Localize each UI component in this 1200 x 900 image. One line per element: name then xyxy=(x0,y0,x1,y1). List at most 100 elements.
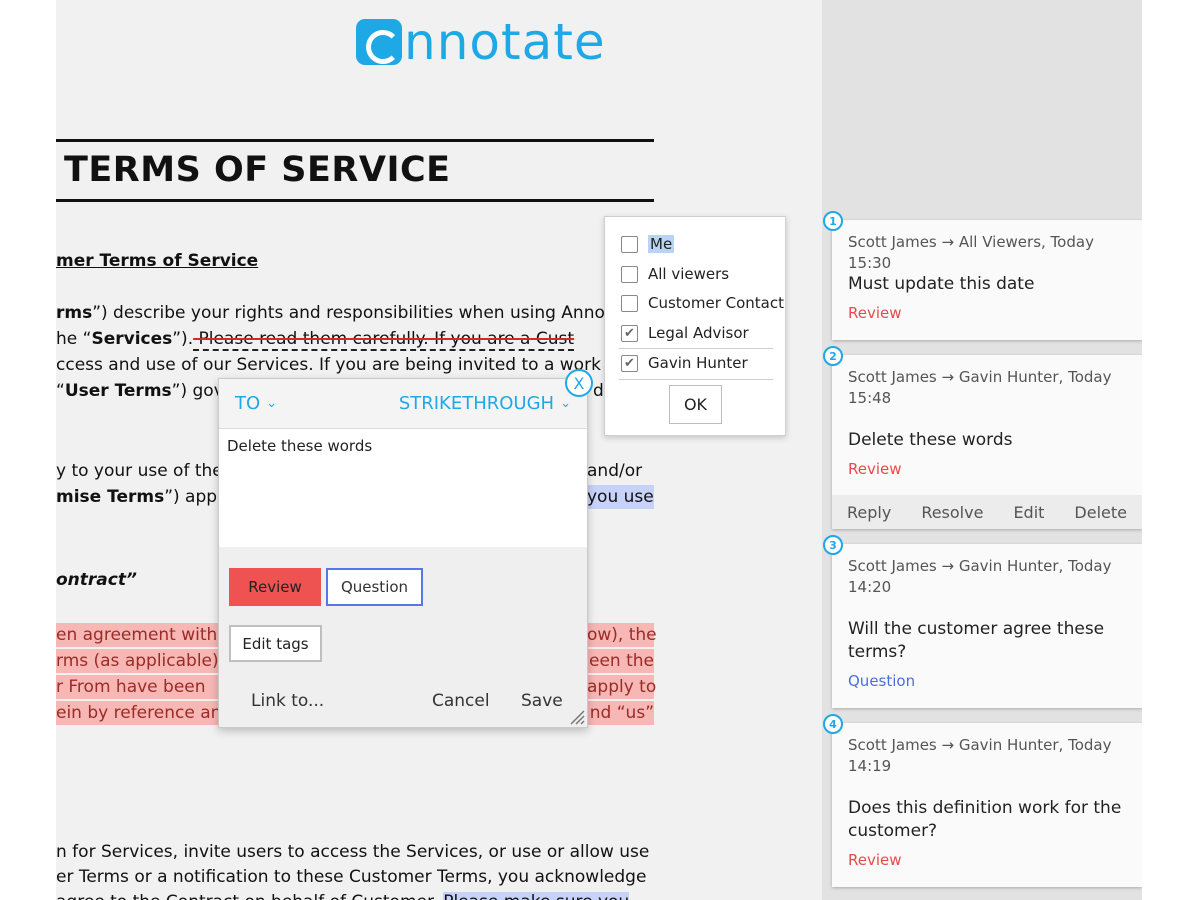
doc-text: and/or xyxy=(587,461,643,481)
close-icon[interactable]: X xyxy=(565,369,593,397)
contract-heading: ontract” xyxy=(56,570,137,590)
viewer-option-me[interactable]: Me xyxy=(621,232,675,256)
comment-card[interactable]: 3 Scott James → Gavin Hunter, Today 14:2… xyxy=(823,535,1142,708)
delete-button[interactable]: Delete xyxy=(1074,503,1127,522)
doc-line: rms”) describe your rights and responsib… xyxy=(56,301,605,325)
title-rule-bottom xyxy=(56,199,654,202)
highlight-annotation[interactable]: ow), the xyxy=(587,623,657,647)
viewer-option-customer-contact[interactable]: Customer Contact xyxy=(621,291,784,315)
highlight-annotation[interactable]: r From have been xyxy=(56,675,218,699)
doc-line: agree to the Contract on behalf of Custo… xyxy=(56,890,630,900)
viewers-popup: Me All viewers Customer Contact ✔ Legal … xyxy=(604,216,786,436)
comment-meta: Scott James → All Viewers, Today 15:30 xyxy=(848,233,1094,272)
review-tag-button[interactable]: Review xyxy=(229,568,321,606)
doc-text: he “ xyxy=(56,329,92,349)
doc-line: y to your use of the xyxy=(56,461,223,481)
comment-number-badge: 4 xyxy=(823,714,843,734)
strikethrough-annotation[interactable]: Please read them carefully. If you are a… xyxy=(193,329,575,351)
comment-textarea[interactable]: Delete these words xyxy=(219,429,587,547)
doc-line: “User Terms”) gove xyxy=(56,379,234,403)
doc-text: Services xyxy=(91,329,173,349)
comment-body: Does this definition work for the custom… xyxy=(848,798,1122,841)
annotation-type-dropdown[interactable]: STRIKETHROUGH ⌄ xyxy=(399,393,571,414)
resize-handle-icon[interactable] xyxy=(569,709,585,725)
viewer-option-all-viewers[interactable]: All viewers xyxy=(621,262,729,286)
doc-line: ccess and use of our Services. If you ar… xyxy=(56,355,601,375)
divider xyxy=(619,348,773,349)
comment-meta: Scott James → Gavin Hunter, Today 14:19 xyxy=(848,736,1112,775)
comment-card[interactable]: 2 Scott James → Gavin Hunter, Today 15:4… xyxy=(823,346,1142,529)
ok-button[interactable]: OK xyxy=(669,385,722,424)
comment-tag[interactable]: Review xyxy=(848,851,902,869)
divider xyxy=(619,379,773,380)
annotation-type-label: STRIKETHROUGH xyxy=(398,393,555,414)
viewer-label: Legal Advisor xyxy=(648,324,749,342)
comment-tag[interactable]: Review xyxy=(848,304,902,322)
title-rule-top xyxy=(56,139,654,142)
logo-a-icon xyxy=(356,19,402,65)
doc-text: d xyxy=(593,381,604,401)
doc-line: er Terms or a notification to these Cust… xyxy=(56,867,647,887)
comment-tag[interactable]: Review xyxy=(848,460,902,478)
resolve-button[interactable]: Resolve xyxy=(921,503,983,522)
comment-tag[interactable]: Question xyxy=(848,672,915,690)
right-margin xyxy=(1142,0,1200,900)
comment-number-badge: 3 xyxy=(823,535,843,555)
comment-number-badge: 1 xyxy=(823,211,843,231)
question-tag-button[interactable]: Question xyxy=(326,568,423,606)
highlight-annotation[interactable]: Please make sure you xyxy=(443,892,630,900)
comment-card[interactable]: 4 Scott James → Gavin Hunter, Today 14:1… xyxy=(823,714,1142,887)
highlight-annotation[interactable]: en agreement with xyxy=(56,623,218,647)
doc-text: agree to the Contract on behalf of Custo… xyxy=(56,892,438,900)
highlight-annotation[interactable]: ein by reference an xyxy=(56,701,221,725)
viewer-label: Gavin Hunter xyxy=(648,354,748,372)
comment-body: Must update this date xyxy=(848,274,1035,294)
checkbox-icon[interactable] xyxy=(621,235,638,253)
reply-button[interactable]: Reply xyxy=(847,503,891,522)
section-subheading: mer Terms of Service xyxy=(56,251,259,271)
viewer-option-legal-advisor[interactable]: ✔ Legal Advisor xyxy=(621,321,749,345)
viewer-label: Customer Contact xyxy=(648,294,784,312)
checkmark-icon[interactable]: ✔ xyxy=(621,354,638,372)
viewer-label: All viewers xyxy=(648,265,730,283)
doc-text: rms xyxy=(56,303,93,323)
doc-line: n for Services, invite users to access t… xyxy=(56,842,650,862)
edit-button[interactable]: Edit xyxy=(1013,503,1044,522)
comment-meta: Scott James → Gavin Hunter, Today 14:20 xyxy=(848,557,1112,596)
comment-number-badge: 2 xyxy=(823,346,843,366)
app-logo: nnotate xyxy=(356,12,606,72)
doc-text: mise Terms xyxy=(56,487,165,507)
doc-text: ”) describe your rights and responsibili… xyxy=(92,303,605,323)
doc-text: ”). xyxy=(172,329,194,349)
chevron-down-icon: ⌄ xyxy=(266,396,278,411)
comment-card[interactable]: 1 Scott James → All Viewers, Today 15:30… xyxy=(823,211,1142,340)
comments-sidebar: 1 Scott James → All Viewers, Today 15:30… xyxy=(822,0,1142,900)
editor-header: TO ⌄ STRIKETHROUGH ⌄ xyxy=(219,379,587,429)
doc-text: User Terms xyxy=(64,381,172,401)
comment-body: Delete these words xyxy=(848,430,1013,450)
highlight-annotation[interactable]: nd “us” xyxy=(587,701,654,725)
checkbox-icon[interactable] xyxy=(621,265,638,283)
save-button[interactable]: Save xyxy=(521,691,563,711)
doc-text: “ xyxy=(56,381,65,401)
logo-text: nnotate xyxy=(404,13,606,71)
highlight-annotation[interactable]: rms (as applicable) xyxy=(56,649,219,673)
document-title: TERMS OF SERVICE xyxy=(64,150,451,190)
viewer-option-gavin-hunter[interactable]: ✔ Gavin Hunter xyxy=(621,351,748,375)
checkmark-icon[interactable]: ✔ xyxy=(621,324,638,342)
highlight-annotation[interactable]: you use xyxy=(587,485,654,509)
cancel-button[interactable]: Cancel xyxy=(432,691,490,711)
comment-meta: Scott James → Gavin Hunter, Today 15:48 xyxy=(848,368,1112,407)
to-dropdown[interactable]: TO ⌄ xyxy=(235,393,277,414)
viewer-label: Me xyxy=(648,235,675,253)
comment-actions: Reply Resolve Edit Delete xyxy=(832,495,1142,529)
checkbox-icon[interactable] xyxy=(621,294,638,312)
annotation-editor: TO ⌄ STRIKETHROUGH ⌄ Delete these words … xyxy=(218,378,588,728)
highlight-annotation[interactable]: apply to xyxy=(587,675,656,699)
doc-line: he “Services”). Please read them careful… xyxy=(56,327,575,351)
chevron-down-icon: ⌄ xyxy=(560,396,571,411)
to-label: TO xyxy=(235,393,261,414)
link-to-button[interactable]: Link to... xyxy=(251,691,324,711)
highlight-annotation[interactable]: een the xyxy=(587,649,654,673)
edit-tags-button[interactable]: Edit tags xyxy=(229,625,322,662)
